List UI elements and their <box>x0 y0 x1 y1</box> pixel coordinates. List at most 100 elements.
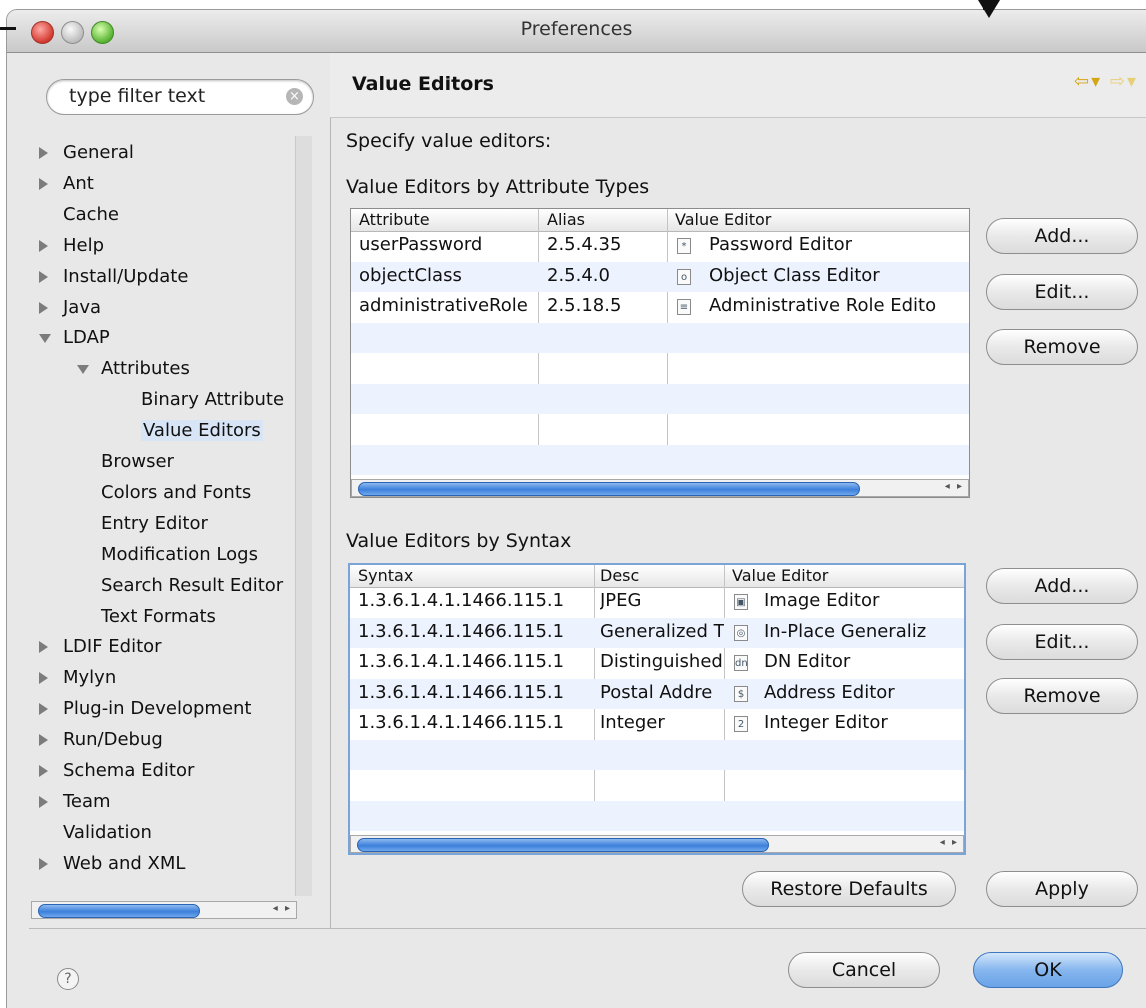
scroll-arrows-icon[interactable]: ◂ ▸ <box>273 903 292 914</box>
syntax-add-button[interactable]: Add... <box>986 568 1138 604</box>
collapsed-arrow-icon[interactable] <box>39 147 48 159</box>
title-bar[interactable]: Preferences <box>7 10 1146 53</box>
scroll-arrows-icon[interactable]: ◂ ▸ <box>940 837 959 848</box>
table-row[interactable]: userPassword 2.5.4.35 * Password Editor <box>351 231 969 261</box>
collapsed-arrow-icon[interactable] <box>39 795 48 808</box>
tree-item[interactable]: Web and XML <box>39 849 185 879</box>
tree-item[interactable]: Colors and Fonts <box>77 478 251 508</box>
table-row[interactable]: 1.3.6.1.4.1.1466.115.1 JPEG ▣ Image Editor <box>350 587 964 617</box>
table-row[interactable]: 1.3.6.1.4.1.1466.115.1 Postal Addre $ Addre… <box>350 678 964 709</box>
collapsed-arrow-icon[interactable] <box>39 270 48 283</box>
column-header-syntax[interactable]: Syntax <box>358 566 413 585</box>
tree-item-label: Attributes <box>101 358 190 380</box>
collapsed-arrow-icon[interactable] <box>39 703 48 716</box>
tree-item[interactable]: Install/Update <box>39 262 188 292</box>
table-row[interactable]: 1.3.6.1.4.1.1466.115.1 Distinguished dn DN … <box>350 648 964 678</box>
column-header-alias[interactable]: Alias <box>547 210 585 229</box>
tree-item[interactable]: Run/Debug <box>39 725 163 755</box>
table-cell: Integer Editor <box>764 712 888 733</box>
clear-search-icon[interactable]: × <box>286 88 303 105</box>
table-row[interactable] <box>350 800 964 831</box>
table-row[interactable] <box>351 414 969 444</box>
tree-item[interactable]: General <box>39 138 134 168</box>
tree-item[interactable]: Ant <box>39 169 94 199</box>
table-cell: 2.5.4.35 <box>547 234 622 255</box>
expanded-arrow-icon[interactable] <box>39 334 51 344</box>
tree-item[interactable]: Browser <box>77 447 174 477</box>
pointer-arrow-icon <box>978 0 1000 18</box>
tree-scrollbar-thumb[interactable] <box>38 904 200 918</box>
tree-item[interactable]: LDIF Editor <box>39 632 162 662</box>
tree-vertical-scrollbar[interactable] <box>295 136 312 896</box>
table-row[interactable] <box>350 770 964 800</box>
table-row[interactable] <box>351 383 969 414</box>
tree-item[interactable]: Attributes <box>77 354 190 384</box>
attribute-table-scrollbar[interactable]: ◂ ▸ <box>351 479 969 497</box>
table-row[interactable]: 1.3.6.1.4.1.1466.115.1 Integer 2 Integer Ed… <box>350 709 964 739</box>
object-class-editor-icon: o <box>677 268 691 285</box>
syntax-remove-button[interactable]: Remove <box>986 678 1138 714</box>
tree-item[interactable]: Cache <box>39 200 119 230</box>
collapsed-arrow-icon[interactable] <box>39 239 48 252</box>
attribute-remove-button[interactable]: Remove <box>986 329 1138 365</box>
tree-item-label: Colors and Fonts <box>101 481 252 503</box>
tree-item[interactable]: LDAP <box>39 323 110 353</box>
tree-item[interactable]: Validation <box>39 818 152 848</box>
tree-item[interactable]: Text Formats <box>77 602 216 632</box>
tree-item[interactable]: Modification Logs <box>77 540 258 570</box>
expanded-arrow-icon[interactable] <box>77 365 89 375</box>
tree-item[interactable]: Java <box>39 293 101 323</box>
collapsed-arrow-icon[interactable] <box>39 765 48 777</box>
forward-arrow-icon[interactable]: ⇨▾ <box>1110 71 1138 92</box>
column-header-desc[interactable]: Desc <box>600 566 639 585</box>
collapsed-arrow-icon[interactable] <box>39 857 48 870</box>
table-row[interactable]: objectClass 2.5.4.0 o Object Class Editor <box>351 261 969 292</box>
syntax-table[interactable]: Syntax Desc Value Editor 1.3.6.1.4.1.146… <box>348 563 966 855</box>
column-header-value-editor[interactable]: Value Editor <box>675 210 771 229</box>
ok-button[interactable]: OK <box>973 952 1123 988</box>
tree-item[interactable]: Schema Editor <box>39 756 194 786</box>
collapsed-arrow-icon[interactable] <box>39 734 48 747</box>
tree-item[interactable]: Value Editors <box>117 416 263 446</box>
attribute-types-table[interactable]: Attribute Alias Value Editor userPasswor… <box>350 208 970 498</box>
apply-button[interactable]: Apply <box>986 871 1138 907</box>
tree-item[interactable]: Entry Editor <box>77 509 208 539</box>
syntax-table-scrollbar-thumb[interactable] <box>357 838 769 852</box>
tree-item[interactable]: Binary Attribute <box>117 385 284 415</box>
table-cell: Address Editor <box>764 681 895 703</box>
filter-search-text[interactable]: type filter text <box>69 85 205 107</box>
tree-horizontal-scrollbar[interactable]: ◂ ▸ <box>31 901 297 919</box>
preferences-window: Preferences type filter text × General An… <box>7 10 1146 1008</box>
attribute-add-button[interactable]: Add... <box>986 218 1138 254</box>
help-icon[interactable]: ? <box>57 968 79 990</box>
syntax-edit-button[interactable]: Edit... <box>986 624 1138 660</box>
collapsed-arrow-icon[interactable] <box>39 672 48 685</box>
tree-item[interactable]: Mylyn <box>39 663 116 693</box>
table-row[interactable] <box>351 353 969 383</box>
restore-defaults-button[interactable]: Restore Defaults <box>742 871 956 907</box>
back-arrow-icon[interactable]: ⇦▾ <box>1074 71 1102 92</box>
table-row[interactable] <box>351 444 969 475</box>
tree-item[interactable]: Plug-in Development <box>39 694 252 724</box>
cancel-button[interactable]: Cancel <box>788 952 940 988</box>
filter-search-field[interactable]: type filter text × <box>46 79 314 115</box>
tree-item[interactable]: Team <box>39 787 111 817</box>
table-row[interactable]: 1.3.6.1.4.1.1466.115.1 Generalized T ◎ In-P… <box>350 617 964 648</box>
table-cell: Distinguished <box>600 651 723 672</box>
collapsed-arrow-icon[interactable] <box>39 301 48 314</box>
collapsed-arrow-icon[interactable] <box>39 177 48 190</box>
column-header-value-editor[interactable]: Value Editor <box>732 566 828 585</box>
collapsed-arrow-icon[interactable] <box>39 641 48 654</box>
preferences-tree[interactable]: General Ant Cache Help Install/Update Java LDA… <box>29 130 313 900</box>
attribute-table-scrollbar-thumb[interactable] <box>358 482 860 496</box>
pane-divider[interactable] <box>330 53 331 928</box>
table-row[interactable]: administrativeRole 2.5.18.5 ≡ Administrativ… <box>351 292 969 322</box>
table-row[interactable] <box>351 322 969 353</box>
tree-item[interactable]: Help <box>39 231 104 261</box>
scroll-arrows-icon[interactable]: ◂ ▸ <box>945 481 964 492</box>
column-header-attribute[interactable]: Attribute <box>359 210 430 229</box>
syntax-table-scrollbar[interactable]: ◂ ▸ <box>350 835 964 853</box>
tree-item[interactable]: Search Result Editor <box>77 571 283 601</box>
attribute-edit-button[interactable]: Edit... <box>986 274 1138 310</box>
table-row[interactable] <box>350 739 964 770</box>
